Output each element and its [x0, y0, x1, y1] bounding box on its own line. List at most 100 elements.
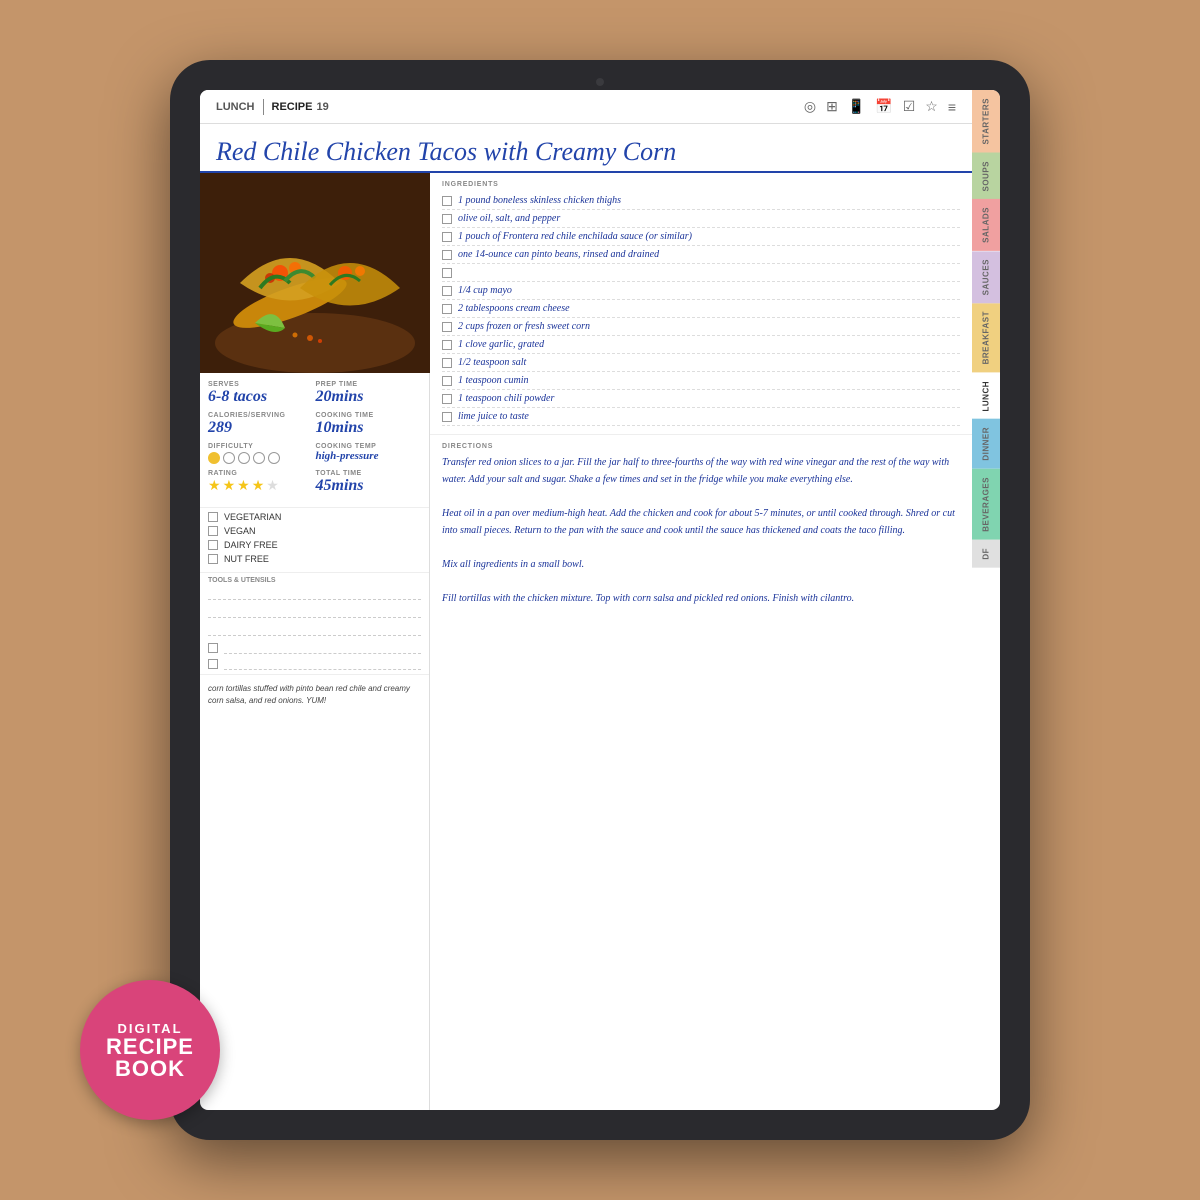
cooking-time-label: COOKING TIME	[316, 412, 422, 419]
tab-breakfast[interactable]: BREAKFAST	[972, 303, 1000, 372]
ingredient-row-8: 2 cups frozen or fresh sweet corn	[442, 318, 960, 336]
directions-section: DIRECTIONS Transfer red onion slices to …	[430, 435, 972, 1110]
header-recipe-label: RECIPE	[272, 101, 313, 113]
checkbox-vegetarian-label: VEGETARIAN	[224, 512, 281, 522]
star-1: ★	[208, 477, 221, 494]
ingredient-cb-2[interactable]	[442, 214, 452, 224]
checkbox-nut-free-label: NUT FREE	[224, 554, 269, 564]
directions-text: Transfer red onion slices to a jar. Fill…	[442, 454, 960, 607]
tab-df[interactable]: DF	[972, 540, 1000, 568]
checkbox-nut-free-box[interactable]	[208, 554, 218, 564]
ingredient-cb-10[interactable]	[442, 358, 452, 368]
tab-lunch[interactable]: LUNCH	[972, 373, 1000, 420]
ingredient-cb-6[interactable]	[442, 286, 452, 296]
ingredient-text-1: 1 pound boneless skinless chicken thighs	[458, 195, 621, 206]
left-column: SERVES 6-8 tacos PREP TIME 20mins CALORI…	[200, 173, 430, 1110]
checkbox-dairy-free-box[interactable]	[208, 540, 218, 550]
notes-text: corn tortillas stuffed with pinto bean r…	[208, 683, 421, 707]
calories-value: 289	[208, 419, 314, 437]
prep-time-box: PREP TIME 20mins	[316, 381, 422, 406]
ingredient-cb-1[interactable]	[442, 196, 452, 206]
mobile-icon[interactable]: 📱	[848, 98, 865, 115]
header-icons: ◎ ⊞ 📱 📅 ☑ ☆ ≡	[804, 98, 956, 115]
checkbox-vegetarian: VEGETARIAN	[208, 512, 421, 522]
total-time-box: TOTAL TIME 45mins	[316, 470, 422, 495]
total-time-label: TOTAL TIME	[316, 470, 422, 477]
ingredient-text-7: 2 tablespoons cream cheese	[458, 303, 570, 314]
checkbox-vegan-label: VEGAN	[224, 526, 256, 536]
ingredient-cb-7[interactable]	[442, 304, 452, 314]
main-content: LUNCH RECIPE 19 ◎ ⊞ 📱 📅 ☑ ☆ ≡ Red Chile …	[200, 90, 972, 1110]
ingredient-text-2: olive oil, salt, and pepper	[458, 213, 560, 224]
total-time-value: 45mins	[316, 477, 422, 495]
star-4: ★	[252, 477, 265, 494]
ingredient-cb-3[interactable]	[442, 232, 452, 242]
food-image	[200, 173, 430, 373]
ingredient-cb-5[interactable]	[442, 268, 452, 278]
tabs-sidebar: STARTERS SOUPS SALADS SAUCES BREAKFAST L…	[972, 90, 1000, 1110]
compass-icon[interactable]: ◎	[804, 98, 816, 115]
header-recipe-num: 19	[316, 101, 328, 113]
checkbox-vegan-box[interactable]	[208, 526, 218, 536]
serves-value: 6-8 tacos	[208, 388, 314, 406]
ingredients-label: INGREDIENTS	[442, 181, 960, 188]
recipe-body: SERVES 6-8 tacos PREP TIME 20mins CALORI…	[200, 173, 972, 1110]
tool-checkbox-1[interactable]	[208, 643, 218, 653]
ingredient-row-12: 1 teaspoon chili powder	[442, 390, 960, 408]
serves-label: SERVES	[208, 381, 314, 388]
tab-beverages[interactable]: BEVERAGES	[972, 469, 1000, 540]
tools-label: TOOLS & UTENSILS	[208, 577, 421, 584]
checkbox-dairy-free-label: DAIRY FREE	[224, 540, 278, 550]
tab-starters[interactable]: STARTERS	[972, 90, 1000, 153]
tab-salads[interactable]: SALADS	[972, 199, 1000, 251]
star-icon[interactable]: ☆	[925, 98, 938, 115]
ingredient-cb-8[interactable]	[442, 322, 452, 332]
ingredient-text-11: 1 teaspoon cumin	[458, 375, 529, 386]
difficulty-label: DIFFICULTY	[208, 443, 314, 450]
tab-dinner[interactable]: DINNER	[972, 419, 1000, 469]
checkboxes-section: VEGETARIAN VEGAN DAIRY FREE NUT FRE	[200, 507, 429, 572]
checkbox-vegan: VEGAN	[208, 526, 421, 536]
ingredient-cb-11[interactable]	[442, 376, 452, 386]
tool-line-3	[208, 624, 421, 636]
ingredient-cb-13[interactable]	[442, 412, 452, 422]
tools-section: TOOLS & UTENSILS	[200, 572, 429, 674]
menu-icon[interactable]: ≡	[948, 99, 956, 115]
checkbox-vegetarian-box[interactable]	[208, 512, 218, 522]
tool-line-5	[224, 658, 421, 670]
tool-checkbox-2[interactable]	[208, 659, 218, 669]
star-3: ★	[237, 477, 250, 494]
header-divider	[263, 99, 264, 115]
checkbox-nut-free: NUT FREE	[208, 554, 421, 564]
badge-recipe-text: RECIPE	[106, 1036, 194, 1058]
ingredient-text-9: 1 clove garlic, grated	[458, 339, 544, 350]
ingredient-cb-4[interactable]	[442, 250, 452, 260]
recipe-title: Red Chile Chicken Tacos with Creamy Corn	[200, 124, 972, 173]
ingredients-section: INGREDIENTS 1 pound boneless skinless ch…	[430, 173, 972, 435]
prep-time-label: PREP TIME	[316, 381, 422, 388]
rating-box: RATING ★ ★ ★ ★ ★	[208, 470, 314, 495]
ingredient-row-4: one 14-ounce can pinto beans, rinsed and…	[442, 246, 960, 264]
calories-box: CALORIES/SERVING 289	[208, 412, 314, 437]
difficulty-box: DIFFICULTY	[208, 443, 314, 464]
tab-sauces[interactable]: SAUCES	[972, 251, 1000, 303]
checklist-icon[interactable]: ☑	[903, 98, 916, 115]
badge-book-text: BOOK	[115, 1058, 185, 1080]
ingredient-row-9: 1 clove garlic, grated	[442, 336, 960, 354]
ingredient-text-10: 1/2 teaspoon salt	[458, 357, 526, 368]
tab-soups[interactable]: SOUPS	[972, 153, 1000, 200]
grid-icon[interactable]: ⊞	[826, 98, 838, 115]
tool-line-4	[224, 642, 421, 654]
ingredient-row-10: 1/2 teaspoon salt	[442, 354, 960, 372]
dot-3	[238, 452, 250, 464]
badge-container: DIGITAL RECIPE BOOK	[80, 980, 220, 1120]
ingredient-cb-12[interactable]	[442, 394, 452, 404]
food-image-inner	[200, 173, 430, 373]
dot-4	[253, 452, 265, 464]
ingredient-row-11: 1 teaspoon cumin	[442, 372, 960, 390]
cooking-time-value: 10mins	[316, 419, 422, 437]
ingredient-text-13: lime juice to taste	[458, 411, 529, 422]
calendar-icon[interactable]: 📅	[875, 98, 892, 115]
ingredient-cb-9[interactable]	[442, 340, 452, 350]
cooking-time-box: COOKING TIME 10mins	[316, 412, 422, 437]
